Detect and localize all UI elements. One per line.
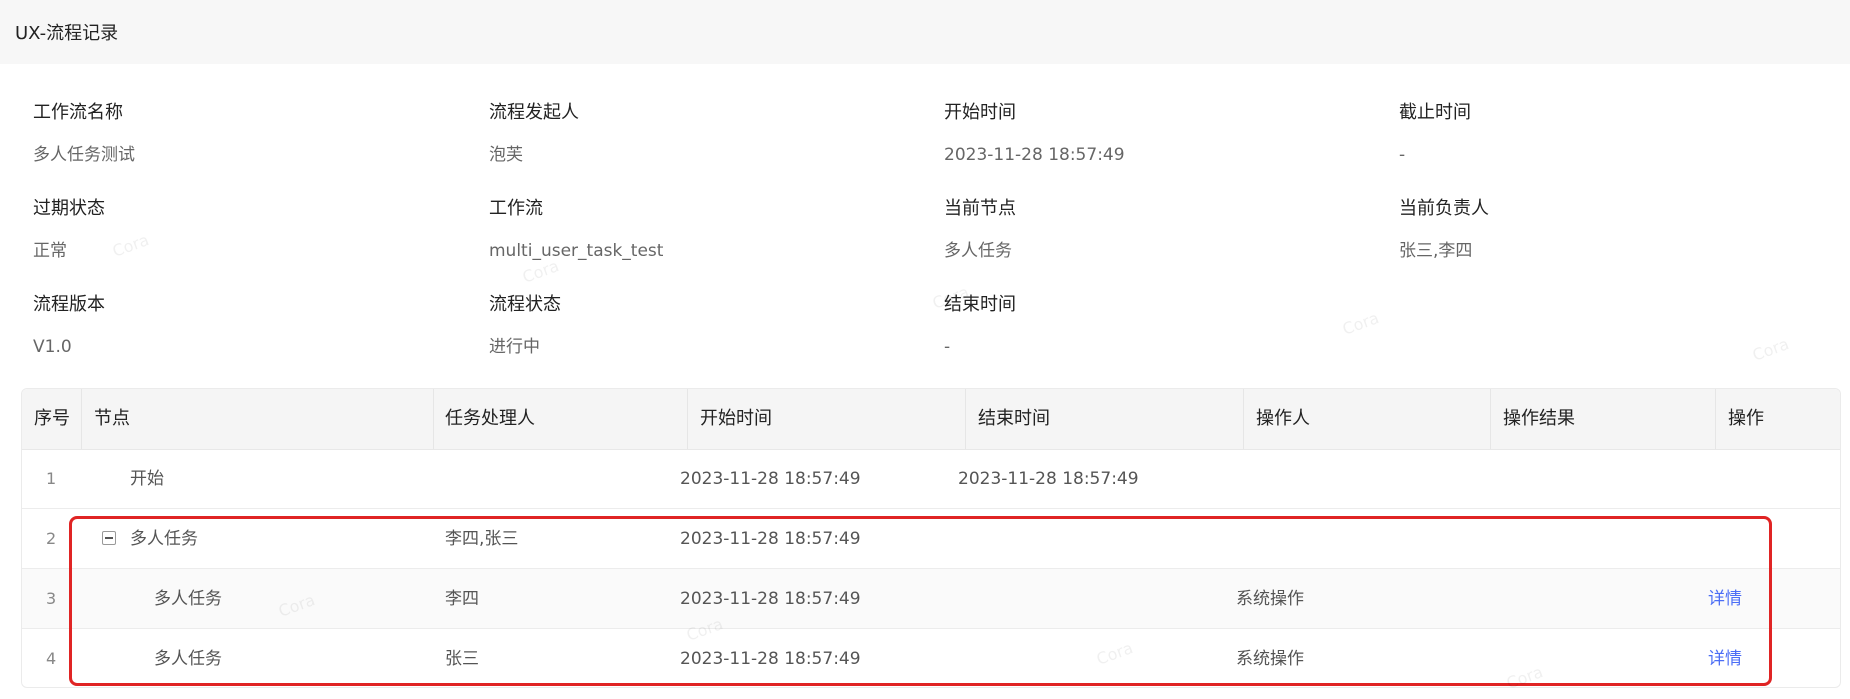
- row-end-time: 2023-11-28 18:57:49: [958, 469, 1139, 489]
- info-label: 工作流: [489, 198, 543, 219]
- info-item-current-assignee: 当前负责人 张三,李四: [1399, 196, 1839, 264]
- column-header-index: 序号: [22, 389, 82, 449]
- info-value: 多人任务: [944, 241, 1012, 261]
- info-item-initiator: 流程发起人 泡芙: [489, 100, 929, 168]
- table-row: 4 多人任务 张三 2023-11-28 18:57:49 系统操作 详情: [22, 629, 1840, 687]
- column-header-result: 操作结果: [1491, 389, 1716, 449]
- info-value: 张三,李四: [1399, 241, 1473, 261]
- column-header-handler: 任务处理人: [433, 389, 688, 449]
- info-row: 工作流名称 多人任务测试 流程发起人 泡芙 开始时间 2023-11-28 18…: [33, 100, 1833, 180]
- info-value: multi_user_task_test: [489, 241, 664, 261]
- info-item-start-time: 开始时间 2023-11-28 18:57:49: [944, 100, 1384, 168]
- info-value: V1.0: [33, 337, 72, 357]
- info-value: 多人任务测试: [33, 145, 135, 165]
- info-value: 2023-11-28 18:57:49: [944, 145, 1125, 165]
- info-item-workflow-name: 工作流名称 多人任务测试: [33, 100, 473, 168]
- row-handler: 李四,张三: [445, 529, 519, 549]
- table-header: 序号 节点 任务处理人 开始时间 结束时间 操作人 操作结果 操作: [22, 389, 1840, 450]
- info-value: 正常: [33, 241, 67, 261]
- page-title: UX-流程记录: [15, 23, 119, 44]
- info-item-workflow: 工作流 multi_user_task_test: [489, 196, 929, 264]
- row-node: 多人任务: [130, 529, 198, 549]
- row-node: 多人任务: [154, 589, 222, 609]
- info-item-version: 流程版本 V1.0: [33, 292, 473, 360]
- row-index: 1: [46, 469, 57, 488]
- column-header-start-time: 开始时间: [688, 389, 966, 449]
- info-row: 流程版本 V1.0 流程状态 进行中 结束时间 -: [33, 292, 1833, 372]
- row-handler: 李四: [445, 589, 479, 609]
- info-row: 过期状态 正常 工作流 multi_user_task_test 当前节点 多人…: [33, 196, 1833, 276]
- column-header-end-time: 结束时间: [966, 389, 1244, 449]
- info-item-expiry-status: 过期状态 正常: [33, 196, 473, 264]
- info-item-process-status: 流程状态 进行中: [489, 292, 929, 360]
- row-start-time: 2023-11-28 18:57:49: [680, 589, 861, 609]
- row-index: 4: [46, 649, 57, 668]
- info-item-current-node: 当前节点 多人任务: [944, 196, 1384, 264]
- row-operator: 系统操作: [1236, 649, 1304, 669]
- info-value: 泡芙: [489, 145, 523, 165]
- table-row: 3 多人任务 李四 2023-11-28 18:57:49 系统操作 详情: [22, 569, 1840, 629]
- row-detail-link[interactable]: 详情: [1708, 569, 1742, 629]
- table-row: 2 多人任务 李四,张三 2023-11-28 18:57:49: [22, 509, 1840, 569]
- row-handler: 张三: [445, 649, 479, 669]
- info-value: -: [1399, 145, 1406, 165]
- column-header-node: 节点: [94, 408, 130, 429]
- table-row: 1 开始 2023-11-28 18:57:49 2023-11-28 18:5…: [22, 449, 1840, 509]
- info-label: 过期状态: [33, 198, 105, 219]
- row-node: 多人任务: [154, 649, 222, 669]
- column-header-operator: 操作人: [1244, 389, 1491, 449]
- info-label: 截止时间: [1399, 102, 1471, 123]
- info-label: 工作流名称: [33, 102, 123, 123]
- info-label: 流程发起人: [489, 102, 579, 123]
- info-label: 开始时间: [944, 102, 1016, 123]
- row-start-time: 2023-11-28 18:57:49: [680, 649, 861, 669]
- top-bar: UX-流程记录: [0, 0, 1850, 64]
- info-label: 流程版本: [33, 294, 105, 315]
- info-label: 结束时间: [944, 294, 1016, 315]
- row-start-time: 2023-11-28 18:57:49: [680, 529, 861, 549]
- info-item-deadline: 截止时间 -: [1399, 100, 1839, 168]
- process-record-table: 序号 节点 任务处理人 开始时间 结束时间 操作人 操作结果 操作 1 开始 2…: [21, 388, 1841, 688]
- row-start-time: 2023-11-28 18:57:49: [680, 469, 861, 489]
- info-label: 当前负责人: [1399, 198, 1489, 219]
- row-node: 开始: [130, 469, 164, 489]
- column-header-action: 操作: [1728, 408, 1764, 429]
- info-label: 流程状态: [489, 294, 561, 315]
- row-operator: 系统操作: [1236, 589, 1304, 609]
- info-value: 进行中: [489, 337, 540, 357]
- row-index: 2: [46, 529, 57, 548]
- info-label: 当前节点: [944, 198, 1016, 219]
- info-item-end-time: 结束时间 -: [944, 292, 1384, 360]
- row-index: 3: [46, 589, 57, 608]
- info-value: -: [944, 337, 951, 357]
- collapse-icon[interactable]: [102, 531, 116, 545]
- row-detail-link[interactable]: 详情: [1708, 629, 1742, 687]
